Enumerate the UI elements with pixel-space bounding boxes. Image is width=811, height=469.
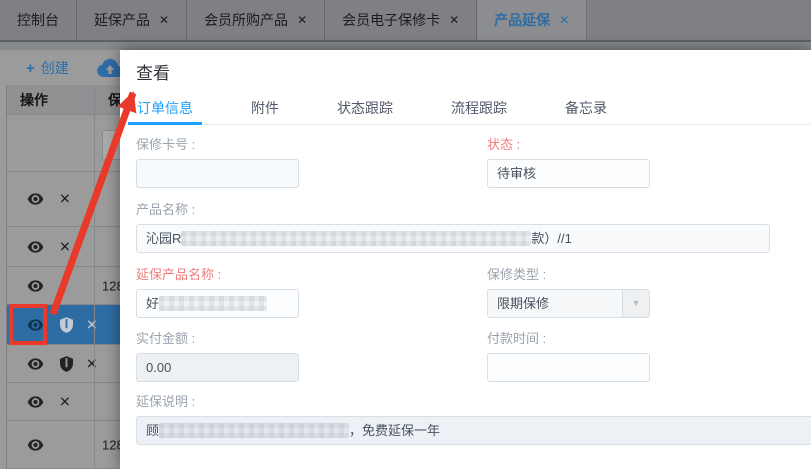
view-icon[interactable] bbox=[27, 357, 44, 370]
page-tabbar: 控制台 延保产品 ✕ 会员所购产品 ✕ 会员电子保修卡 ✕ 产品延保 ✕ bbox=[0, 0, 811, 42]
redacted-blur bbox=[181, 231, 532, 246]
annotation-highlight-box bbox=[9, 304, 47, 345]
paid-amount-label: 实付金额 : bbox=[136, 331, 196, 346]
tab-label: 延保产品 bbox=[94, 12, 150, 28]
paid-amount-field[interactable]: 0.00 bbox=[136, 353, 299, 382]
create-button[interactable]: + 创建 bbox=[26, 58, 69, 78]
tab-member-products[interactable]: 会员所购产品 ✕ bbox=[187, 0, 326, 40]
view-icon[interactable] bbox=[27, 438, 44, 451]
tab-label: 产品延保 bbox=[494, 12, 551, 28]
tab-label: 会员电子保修卡 bbox=[342, 12, 441, 28]
plus-icon: + bbox=[26, 59, 35, 77]
ext-product-name-label: 延保产品名称 : bbox=[136, 267, 222, 282]
product-name-suffix: 款）//1 bbox=[531, 231, 572, 246]
view-dialog: 查看 订单信息 附件 状态跟踪 流程跟踪 备忘录 保修卡号 : 状态 : 待审核… bbox=[120, 50, 811, 469]
ext-product-name-prefix: 好 bbox=[146, 296, 160, 311]
product-name-field[interactable]: 沁园R 款）//1 bbox=[136, 224, 770, 253]
dialog-tab-attachments[interactable]: 附件 bbox=[242, 92, 288, 124]
delete-icon[interactable]: ✕ bbox=[59, 393, 71, 410]
close-icon[interactable]: ✕ bbox=[449, 13, 459, 27]
dialog-tab-process-tracking[interactable]: 流程跟踪 bbox=[442, 92, 516, 124]
warranty-desc-label: 延保说明 : bbox=[136, 394, 196, 409]
dialog-tabbar: 订单信息 附件 状态跟踪 流程跟踪 备忘录 bbox=[120, 92, 811, 125]
dialog-tab-order-info[interactable]: 订单信息 bbox=[128, 92, 202, 125]
warranty-type-value: 限期保修 bbox=[497, 296, 550, 311]
product-name-prefix: 沁园R bbox=[146, 231, 182, 246]
tab-product-extension[interactable]: 产品延保 ✕ bbox=[477, 0, 588, 40]
shield-icon[interactable] bbox=[60, 316, 73, 333]
close-icon[interactable]: ✕ bbox=[159, 13, 169, 27]
delete-icon[interactable]: ✕ bbox=[59, 191, 71, 208]
view-icon[interactable] bbox=[27, 279, 44, 292]
tab-member-ecard[interactable]: 会员电子保修卡 ✕ bbox=[325, 0, 478, 40]
redacted-blur bbox=[159, 296, 268, 311]
close-icon[interactable]: ✕ bbox=[297, 13, 307, 27]
product-name-label: 产品名称 : bbox=[136, 202, 196, 217]
chevron-down-icon[interactable]: ▼ bbox=[622, 290, 649, 317]
warranty-type-select[interactable]: 限期保修 ▼ bbox=[487, 289, 650, 318]
status-field[interactable]: 待审核 bbox=[487, 159, 650, 188]
view-icon[interactable] bbox=[27, 240, 44, 253]
tab-label: 会员所购产品 bbox=[204, 12, 289, 28]
delete-icon[interactable]: ✕ bbox=[59, 238, 71, 255]
tab-console[interactable]: 控制台 bbox=[0, 0, 77, 40]
tab-label: 控制台 bbox=[17, 12, 59, 28]
dialog-title: 查看 bbox=[136, 64, 170, 83]
create-button-label: 创建 bbox=[40, 60, 69, 76]
ext-product-name-field[interactable]: 好 bbox=[136, 289, 299, 318]
pay-time-label: 付款时间 : bbox=[487, 331, 547, 346]
warranty-desc-field[interactable]: 顾 ，免费延保一年 bbox=[136, 416, 811, 445]
card-no-label: 保修卡号 : bbox=[136, 137, 196, 152]
dialog-tab-status-tracking[interactable]: 状态跟踪 bbox=[328, 92, 402, 124]
view-icon[interactable] bbox=[27, 395, 44, 408]
card-no-field[interactable] bbox=[136, 159, 299, 188]
warranty-desc-suffix: ，免费延保一年 bbox=[349, 423, 441, 438]
view-icon[interactable] bbox=[27, 193, 44, 205]
pay-time-field[interactable] bbox=[487, 353, 650, 382]
shield-icon[interactable] bbox=[60, 355, 73, 372]
dialog-tab-memo[interactable]: 备忘录 bbox=[556, 92, 616, 124]
tabbar-shadow-strip bbox=[0, 42, 811, 50]
column-header-operation: 操作 bbox=[20, 92, 48, 108]
warranty-type-label: 保修类型 : bbox=[487, 267, 547, 282]
tab-warranty-products[interactable]: 延保产品 ✕ bbox=[77, 0, 188, 40]
warranty-desc-prefix: 顾 bbox=[146, 423, 160, 438]
close-icon[interactable]: ✕ bbox=[559, 13, 569, 27]
redacted-blur bbox=[159, 423, 350, 438]
status-label: 状态 : bbox=[487, 137, 521, 152]
app-root: 控制台 延保产品 ✕ 会员所购产品 ✕ 会员电子保修卡 ✕ 产品延保 ✕ + 创… bbox=[0, 0, 811, 469]
